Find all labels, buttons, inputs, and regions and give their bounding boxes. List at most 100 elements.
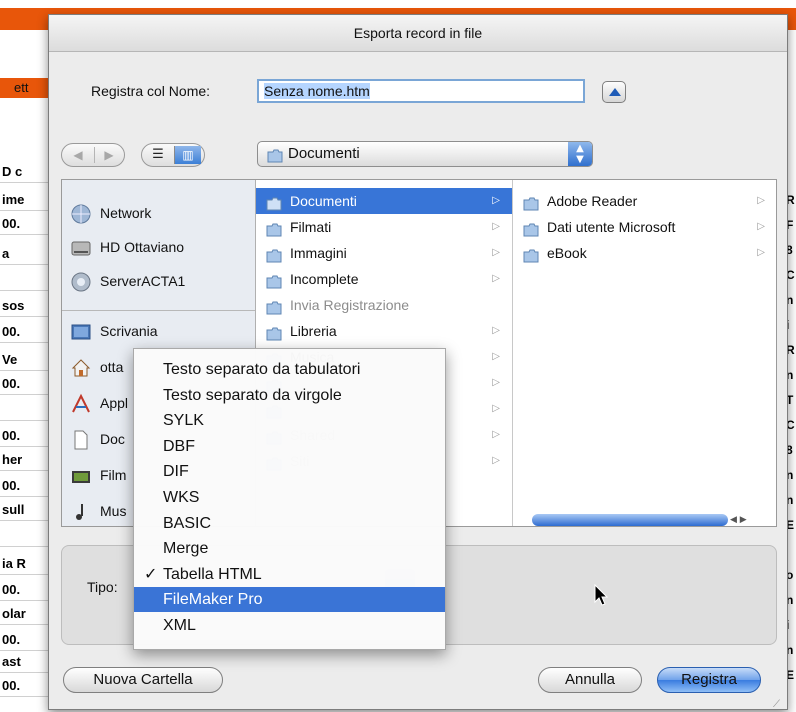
horizontal-scroll-thumb[interactable] xyxy=(532,514,728,526)
browser-row[interactable]: eBook ▷ xyxy=(513,240,777,266)
sidebar-item-label: ServerACTA1 xyxy=(100,273,186,289)
home-icon xyxy=(70,357,92,379)
browser-row[interactable]: Dati utente Microsoft ▷ xyxy=(513,214,777,240)
sidebar-item-place[interactable]: Scrivania xyxy=(70,318,158,344)
format-menu-item[interactable]: ✓ Tabella HTML xyxy=(134,562,445,587)
forward-arrow-icon[interactable]: ▶ xyxy=(94,147,123,163)
sidebar-item-label: Appl xyxy=(100,395,129,411)
format-menu-item-label: XML xyxy=(163,617,196,634)
column-view-icon[interactable]: ▥ xyxy=(174,146,201,164)
chevron-right-icon: ▷ xyxy=(757,247,765,258)
list-view-icon[interactable]: ☰ xyxy=(144,147,172,163)
sidebar-item-label: Scrivania xyxy=(100,323,158,339)
background-cell xyxy=(0,400,52,421)
back-arrow-icon[interactable]: ◀ xyxy=(64,147,92,163)
scroll-arrows-icon[interactable]: ◀ ▶ xyxy=(730,514,774,526)
background-cell: 00. xyxy=(0,476,52,497)
folder-icon xyxy=(266,193,282,211)
chevron-right-icon: ▷ xyxy=(757,195,765,206)
sidebar-item-place[interactable]: Film xyxy=(70,462,126,488)
format-menu-item[interactable]: DIF xyxy=(134,459,445,484)
folder-icon xyxy=(266,323,282,341)
background-cell: ime xyxy=(0,190,52,211)
browser-row-label: Filmati xyxy=(290,219,332,235)
background-cell: Ve xyxy=(0,350,52,371)
sidebar-item-place[interactable]: Mus xyxy=(70,498,126,524)
background-cell: ast xyxy=(0,652,52,673)
browser-row-label: Invia Registrazione xyxy=(290,297,410,313)
browser-row[interactable]: Immagini ▷ xyxy=(256,240,512,266)
sidebar-item-device[interactable]: Network xyxy=(70,200,151,226)
format-menu-item-label: DIF xyxy=(163,463,189,481)
format-menu-item-label: SYLK xyxy=(163,412,204,430)
chevron-right-icon: ▷ xyxy=(492,195,500,206)
folder-icon xyxy=(266,297,282,315)
browser-row[interactable]: Invia Registrazione xyxy=(256,292,512,318)
background-cell xyxy=(0,270,52,291)
background-cell: 00. xyxy=(0,630,52,651)
browser-row[interactable]: Libreria ▷ xyxy=(256,318,512,344)
save-button[interactable]: Registra xyxy=(657,667,761,693)
save-as-label: Registra col Nome: xyxy=(91,83,211,99)
collapse-browser-button[interactable] xyxy=(602,81,626,103)
format-menu-item-label: DBF xyxy=(163,437,195,455)
music-icon xyxy=(70,501,92,523)
resize-grip-icon[interactable]: ⟋ xyxy=(773,699,785,711)
format-menu-item[interactable]: Testo separato da tabulatori xyxy=(134,357,445,382)
background-cell: 00. xyxy=(0,214,52,235)
format-menu-item[interactable]: BASIC xyxy=(134,511,445,536)
chevron-right-icon: ▷ xyxy=(492,221,500,232)
sidebar-item-place[interactable]: Appl xyxy=(70,390,128,416)
chevron-right-icon: ▷ xyxy=(492,351,500,362)
browser-row[interactable]: Adobe Reader ▷ xyxy=(513,188,777,214)
sidebar-item-label: otta xyxy=(100,359,124,375)
browser-row-label: Immagini xyxy=(290,245,347,261)
browser-row-label: Libreria xyxy=(290,323,337,339)
browser-row-label: Dati utente Microsoft xyxy=(547,219,676,235)
type-label: Tipo: xyxy=(87,579,118,595)
browser-row[interactable]: Documenti ▷ xyxy=(256,188,512,214)
format-menu-item-label: Merge xyxy=(163,540,209,558)
file-name-field[interactable]: Senza nome.htm xyxy=(257,79,585,103)
cancel-button[interactable]: Annulla xyxy=(538,667,642,693)
history-nav-group: ◀ ▶ xyxy=(61,143,125,167)
background-cell: 00. xyxy=(0,322,52,343)
chevron-right-icon: ▷ xyxy=(492,403,500,414)
browser-row[interactable]: Incomplete ▷ xyxy=(256,266,512,292)
format-menu-item[interactable]: WKS xyxy=(134,485,445,510)
checkmark-icon: ✓ xyxy=(144,565,158,583)
sidebar-item-label: Film xyxy=(100,467,127,483)
new-folder-button[interactable]: Nuova Cartella xyxy=(63,667,223,693)
background-cell: sull xyxy=(0,500,52,521)
format-menu-item[interactable]: Testo separato da virgole xyxy=(134,383,445,408)
background-cell: 00. xyxy=(0,676,52,697)
sidebar-item-place[interactable]: Doc xyxy=(70,426,125,452)
folder-icon xyxy=(267,148,283,167)
sidebar-item-label: Network xyxy=(100,205,152,221)
chevron-right-icon: ▷ xyxy=(757,221,765,232)
background-cell: 00. xyxy=(0,374,52,395)
format-menu-item[interactable]: SYLK xyxy=(134,408,445,433)
background-header-text: ett xyxy=(14,80,29,95)
sidebar-item-device[interactable]: HD Ottaviano xyxy=(70,234,184,260)
movies-icon xyxy=(70,465,92,487)
file-name-value: Senza nome.htm xyxy=(264,83,370,99)
format-menu-item[interactable]: Merge xyxy=(134,536,445,561)
sidebar-item-device[interactable]: ServerACTA1 xyxy=(70,268,185,294)
folder-icon xyxy=(266,271,282,289)
chevron-right-icon: ▷ xyxy=(492,273,500,284)
browser-row[interactable]: Filmati ▷ xyxy=(256,214,512,240)
background-cell: 00. xyxy=(0,426,52,447)
background-cell: 00. xyxy=(0,580,52,601)
format-menu-item[interactable]: DBF xyxy=(134,434,445,459)
location-popup[interactable]: Documenti ▲ ▼ xyxy=(257,141,593,167)
chevron-right-icon: ▷ xyxy=(492,247,500,258)
browser-column-2: Adobe Reader ▷ Dati utente Microsoft ▷ eBook… xyxy=(513,180,777,526)
location-label: Documenti xyxy=(288,145,360,162)
format-menu-item[interactable]: XML xyxy=(134,613,445,638)
format-menu-item[interactable]: FileMaker Pro xyxy=(134,587,445,613)
desktop-icon xyxy=(70,321,92,343)
format-menu-item-label: WKS xyxy=(163,489,200,506)
background-cell xyxy=(0,526,52,547)
sidebar-item-place[interactable]: otta xyxy=(70,354,123,380)
